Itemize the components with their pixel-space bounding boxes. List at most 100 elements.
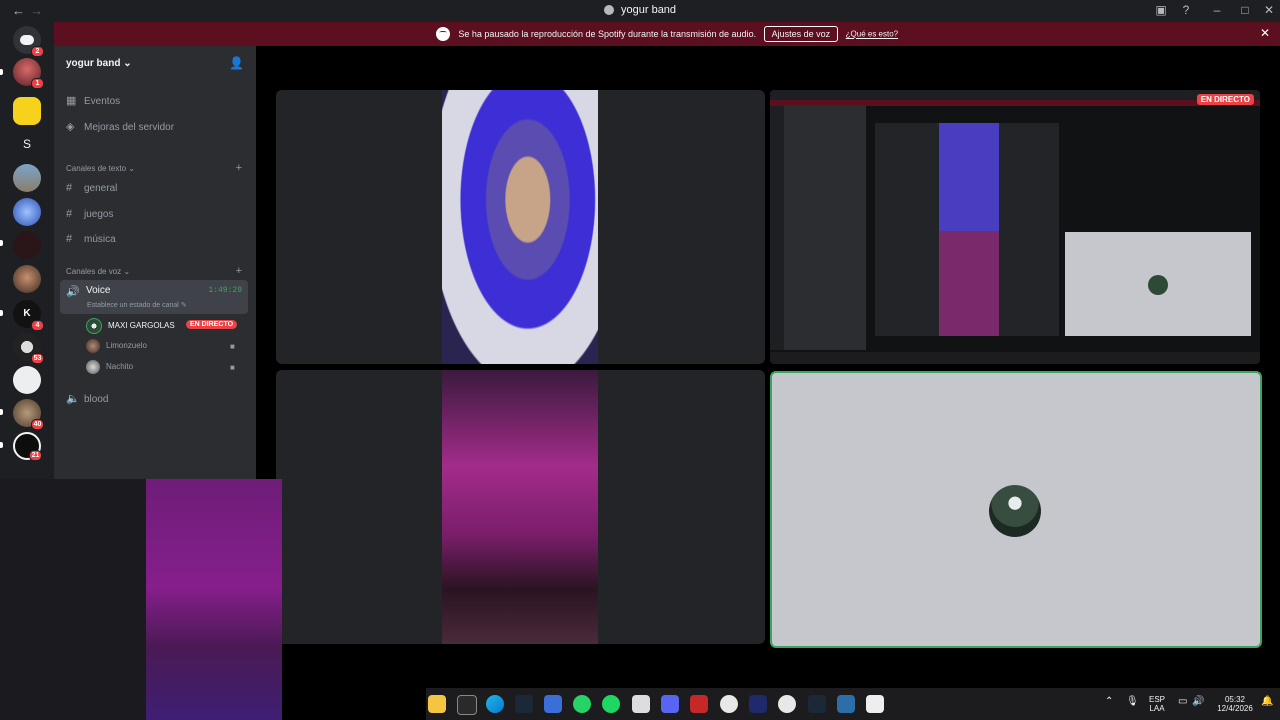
clock-time: 05:32 xyxy=(1224,695,1246,704)
camera-icon: ■ xyxy=(230,342,235,351)
language-indicator[interactable]: ESP LAA xyxy=(1146,695,1168,713)
close-banner-icon[interactable]: ✕ xyxy=(1260,26,1270,40)
clock[interactable]: 05:32 12/4/2026 xyxy=(1210,695,1260,713)
discord-icon[interactable] xyxy=(661,695,679,713)
server-icon-5[interactable] xyxy=(13,231,41,259)
voice-member[interactable]: MAXI GARGOLAS xyxy=(86,318,175,334)
screen-share-tile[interactable]: EN DIRECTO xyxy=(770,90,1260,364)
close-window-icon[interactable]: ✕ xyxy=(1260,3,1278,17)
video-tile-limonzuelo[interactable] xyxy=(276,90,765,364)
avatar xyxy=(989,485,1041,537)
add-voice-channel-icon[interactable]: + xyxy=(236,265,242,277)
server-icon-8[interactable]: 53 xyxy=(13,333,44,364)
server-icon-3[interactable] xyxy=(13,164,41,192)
app-icon[interactable] xyxy=(749,695,767,713)
home-discord-icon[interactable]: 2 xyxy=(13,26,44,57)
file-explorer-icon[interactable] xyxy=(428,695,446,713)
shared-taskbar xyxy=(770,352,1260,364)
voice-channel-name: Voice xyxy=(86,285,111,296)
voice-settings-button[interactable]: Ajustes de voz xyxy=(763,26,839,42)
edge-icon[interactable] xyxy=(486,695,504,713)
chevron-down-icon: ⌄ xyxy=(123,58,132,69)
server-rail: 2 1 S K4 53 40 21 xyxy=(0,22,54,480)
channel-general[interactable]: # general xyxy=(66,182,117,194)
inbox-icon[interactable]: ▣ xyxy=(1152,3,1170,17)
notifications-icon[interactable]: 🔔 xyxy=(1261,697,1273,707)
server-icon-1[interactable]: 1 xyxy=(13,58,44,89)
whats-this-link[interactable]: ¿Qué es esto? xyxy=(846,30,898,39)
channel-label: juegos xyxy=(84,209,114,220)
boost-label: Mejoras del servidor xyxy=(84,122,175,133)
voice-channel-blood[interactable]: 🔈 blood xyxy=(66,392,108,405)
volume-icon[interactable]: 🔊 xyxy=(1192,697,1204,707)
app-icon[interactable] xyxy=(690,695,708,713)
add-text-channel-icon[interactable]: + xyxy=(236,162,242,174)
clock-date: 12/4/2026 xyxy=(1217,704,1253,713)
channel-status-input[interactable]: Establece un estado de canal ✎ xyxy=(87,301,187,309)
title-bar: ← → yogur band ▣ ? – □ ✕ xyxy=(0,0,1280,22)
server-icon-6[interactable] xyxy=(13,265,41,293)
server-icon-11[interactable]: 21 xyxy=(13,432,42,461)
steam-icon[interactable] xyxy=(808,695,826,713)
shared-channels xyxy=(784,106,866,350)
window-title: yogur band xyxy=(0,4,1280,16)
hashtag-icon: # xyxy=(66,182,73,194)
speaker-icon: 🔊 xyxy=(66,286,80,298)
video-tile-maxi-gargolas[interactable] xyxy=(770,371,1262,648)
video-tile-nachito[interactable] xyxy=(276,370,765,644)
app-icon[interactable] xyxy=(720,695,738,713)
server-badge: 21 xyxy=(29,450,42,461)
voice-timer: 1:49:29 xyxy=(208,286,242,295)
server-badge: 40 xyxy=(31,419,44,430)
spotify-icon[interactable] xyxy=(602,695,620,713)
channel-label: música xyxy=(84,234,116,245)
microphone-icon[interactable]: 🎙 xyxy=(1126,697,1139,707)
steam-icon[interactable] xyxy=(515,695,533,713)
server-boost-item[interactable]: ◈ Mejoras del servidor xyxy=(66,120,174,133)
voice-channel-active[interactable]: 🔊 Voice 1:49:29 Establece un estado de c… xyxy=(60,280,248,314)
unread-pill xyxy=(0,310,3,316)
server-header[interactable]: yogur band ⌄ 👤 xyxy=(54,46,256,80)
home-badge: 2 xyxy=(31,46,44,57)
member-name: Nachito xyxy=(106,362,134,372)
voice-member[interactable]: Nachito xyxy=(86,360,133,376)
boost-icon: ◈ xyxy=(66,121,75,133)
network-icon[interactable]: ▭ xyxy=(1178,697,1187,707)
server-icon-kt[interactable]: K4 xyxy=(13,300,44,331)
channel-juegos[interactable]: # juegos xyxy=(66,208,113,220)
app-icon[interactable] xyxy=(837,695,855,713)
avatar xyxy=(86,360,100,374)
server-icon-9[interactable] xyxy=(13,366,41,394)
server-icon-10[interactable]: 40 xyxy=(13,399,44,430)
webcam-video xyxy=(146,479,282,720)
epic-games-icon[interactable] xyxy=(457,695,477,715)
help-icon[interactable]: ? xyxy=(1177,3,1195,17)
calendar-icon: ▦ xyxy=(66,95,77,107)
maximize-icon[interactable]: □ xyxy=(1236,3,1254,17)
app-icon[interactable] xyxy=(778,695,796,713)
app-icon[interactable] xyxy=(544,695,562,713)
notice-banner: Se ha pausado la reproducción de Spotify… xyxy=(54,22,1280,46)
pencil-icon: ✎ xyxy=(180,302,187,309)
language-layout: LAA xyxy=(1149,704,1165,713)
app-icon[interactable] xyxy=(632,695,650,713)
minimize-icon[interactable]: – xyxy=(1208,3,1226,17)
server-icon-s[interactable]: S xyxy=(13,130,41,158)
text-category-header[interactable]: Canales de texto ⌄ xyxy=(66,164,135,173)
events-item[interactable]: ▦ Eventos xyxy=(66,94,120,107)
speaker-icon: 🔈 xyxy=(66,393,80,405)
discord-small-icon xyxy=(603,5,614,16)
self-video-preview[interactable] xyxy=(0,479,282,720)
app-icon[interactable] xyxy=(866,695,884,713)
voice-category-header[interactable]: Canales de voz ⌄ xyxy=(66,267,130,276)
invite-people-icon[interactable]: 👤 xyxy=(229,56,244,70)
channel-musica[interactable]: # música xyxy=(66,233,116,245)
server-icon-4[interactable] xyxy=(13,198,41,226)
voice-member[interactable]: Limonzuelo xyxy=(86,339,147,355)
server-badge: 53 xyxy=(31,353,44,364)
chevron-up-icon[interactable]: ⌃ xyxy=(1105,697,1113,707)
server-badge: 1 xyxy=(31,78,44,89)
server-name[interactable]: yogur band ⌄ xyxy=(66,58,132,69)
whatsapp-icon[interactable] xyxy=(573,695,591,713)
server-icon-yogur-band[interactable] xyxy=(13,97,41,125)
